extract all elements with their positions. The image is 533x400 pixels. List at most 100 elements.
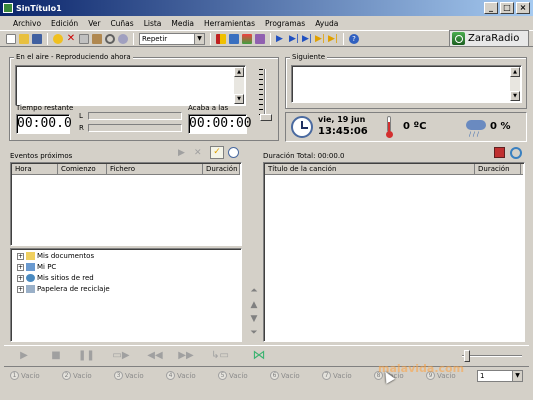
volume-slider[interactable] <box>259 67 272 123</box>
network-icon <box>26 274 35 282</box>
fast-forward-icon[interactable]: ▶▶ <box>174 349 198 363</box>
add-icon[interactable] <box>53 33 63 44</box>
tree-item-label: Papelera de reciclaje <box>37 285 110 293</box>
menu-cunas[interactable]: Cuñas <box>105 19 138 28</box>
position-slider[interactable] <box>460 350 524 362</box>
play-icon[interactable]: ▶ <box>16 349 32 363</box>
position-thumb[interactable] <box>464 350 470 362</box>
clock-hand <box>301 127 308 129</box>
expand-icon[interactable]: + <box>17 285 24 293</box>
repeat-select-value: Repetir <box>142 34 168 43</box>
tree-item-label: Mi PC <box>37 263 57 271</box>
delete-icon[interactable]: ✕ <box>66 33 76 44</box>
play-next-icon[interactable]: ▶ <box>276 34 286 44</box>
column-hora[interactable]: Hora <box>12 164 58 175</box>
scroll-down-icon[interactable]: ▼ <box>234 94 244 104</box>
instant-slot-2[interactable]: 2 Vacío <box>62 371 92 380</box>
delete-event-icon[interactable]: ✕ <box>194 148 204 158</box>
move-up-icon[interactable]: ▲ <box>248 300 260 310</box>
play-next-button-icon[interactable]: ▭▶ <box>108 349 134 363</box>
instant-slot-3[interactable]: 3 Vacío <box>114 371 144 380</box>
copy-icon[interactable] <box>79 33 89 44</box>
save-icon[interactable] <box>32 33 42 44</box>
stop-after-icon[interactable]: ▶| <box>328 34 338 44</box>
instant-slot-4[interactable]: 4 Vacío <box>166 371 196 380</box>
menu-archivo[interactable]: Archivo <box>8 19 46 28</box>
next-track-scrollbar[interactable]: ▲ ▼ <box>510 67 520 101</box>
schedule-clock-icon[interactable] <box>228 147 239 158</box>
instant-slot-7[interactable]: 7 Vacío <box>322 371 352 380</box>
instant-slot-6[interactable]: 6 Vacío <box>270 371 300 380</box>
slot-label: Vacío <box>125 371 144 380</box>
events-table-header: Hora Comienzo Fichero Duración <box>12 164 240 175</box>
column-fichero[interactable]: Fichero <box>107 164 203 175</box>
scroll-up-icon[interactable]: ▲ <box>510 67 520 77</box>
slot-number: 3 <box>114 371 123 380</box>
minimize-button[interactable]: _ <box>484 2 498 14</box>
now-playing-scrollbar[interactable]: ▲ ▼ <box>234 67 244 104</box>
menu-ver[interactable]: Ver <box>83 19 105 28</box>
crossfade-icon[interactable]: ⋈ <box>246 349 272 363</box>
alarm-icon[interactable] <box>216 33 226 44</box>
open-folder-icon[interactable] <box>19 33 29 44</box>
stop-icon[interactable]: ■ <box>48 349 64 363</box>
check-event-icon[interactable]: ✓ <box>210 146 224 159</box>
new-file-icon[interactable] <box>6 33 16 44</box>
chevron-down-icon: ▼ <box>512 371 522 381</box>
menu-media[interactable]: Media <box>166 19 199 28</box>
expand-icon[interactable]: + <box>17 263 24 271</box>
paste-icon[interactable] <box>92 33 102 44</box>
equalizer-icon[interactable] <box>229 33 239 44</box>
page-select[interactable]: 1 ▼ <box>477 370 523 382</box>
column-comienzo[interactable]: Comienzo <box>58 164 107 175</box>
move-bottom-icon[interactable]: ⏷ <box>248 328 260 338</box>
volume-thumb[interactable] <box>260 114 272 121</box>
search-icon[interactable] <box>105 33 115 44</box>
tree-item-mi-pc[interactable]: + Mi PC <box>17 262 56 272</box>
loop-icon[interactable]: ↳▭ <box>208 349 232 363</box>
tree-item-mis-sitios-de-red[interactable]: + Mis sitios de red <box>17 273 94 283</box>
edit-icon[interactable] <box>255 33 265 44</box>
chart-icon[interactable] <box>242 33 252 44</box>
close-button[interactable]: × <box>516 2 530 14</box>
move-top-icon[interactable]: ⏶ <box>248 286 260 296</box>
events-label: Eventos próximos <box>10 152 73 160</box>
maximize-button[interactable]: □ <box>500 2 514 14</box>
menu-edicion[interactable]: Edición <box>46 19 83 28</box>
next-track-box: ▲ ▼ <box>291 65 522 103</box>
expand-icon[interactable]: + <box>17 274 24 282</box>
menu-programas[interactable]: Programas <box>260 19 310 28</box>
menu-ayuda[interactable]: Ayuda <box>310 19 343 28</box>
repeat-select[interactable]: Repetir ▼ <box>139 32 205 45</box>
scroll-down-icon[interactable]: ▼ <box>510 91 520 101</box>
clear-list-icon[interactable] <box>494 147 505 158</box>
column-duracion[interactable]: Duración <box>475 164 521 175</box>
fade-icon[interactable]: ▶| <box>315 34 325 44</box>
properties-icon[interactable] <box>118 33 128 44</box>
column-titulo[interactable]: Título de la canción <box>265 164 475 175</box>
cloud-shape <box>466 120 486 130</box>
window-title: SinTítulo1 <box>16 3 62 13</box>
help-icon[interactable]: ? <box>349 33 359 44</box>
playlist-table-header: Título de la canción Duración <box>265 164 523 175</box>
jump-icon[interactable]: ▶| <box>302 34 312 44</box>
slot-label: Vacío <box>177 371 196 380</box>
tree-item-mis-documentos[interactable]: + Mis documentos <box>17 251 94 261</box>
column-duracion[interactable]: Duración <box>203 164 240 175</box>
scroll-up-icon[interactable]: ▲ <box>234 67 244 77</box>
menu-lista[interactable]: Lista <box>139 19 167 28</box>
slot-label: Vacío <box>21 371 40 380</box>
play-event-icon[interactable]: ▶ <box>178 148 188 158</box>
refresh-icon[interactable] <box>510 147 522 159</box>
skip-icon[interactable]: ▶| <box>289 34 299 44</box>
instant-slot-1[interactable]: 1 Vacío <box>10 371 40 380</box>
move-down-icon[interactable]: ▼ <box>248 314 260 324</box>
rewind-icon[interactable]: ◀◀ <box>143 349 167 363</box>
expand-icon[interactable]: + <box>17 252 24 260</box>
tree-item-papelera[interactable]: + Papelera de reciclaje <box>17 284 110 294</box>
time-display: 13:45:06 <box>318 126 368 137</box>
menu-herramientas[interactable]: Herramientas <box>199 19 260 28</box>
pause-icon[interactable]: ❚❚ <box>78 349 95 363</box>
instant-slot-5[interactable]: 5 Vacío <box>218 371 248 380</box>
tree-item-label: Mis sitios de red <box>37 274 94 282</box>
